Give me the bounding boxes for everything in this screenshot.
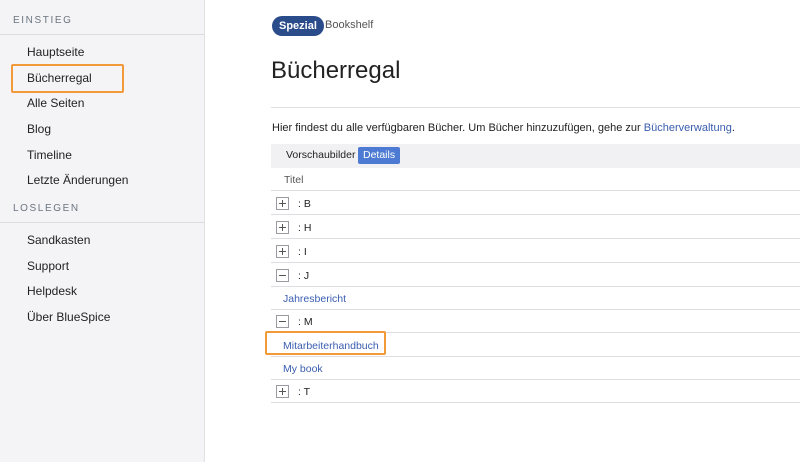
collapse-minus-icon[interactable] [276,315,289,328]
column-header-title[interactable]: Titel [284,174,303,186]
group-label: : B [298,198,311,210]
expand-plus-icon[interactable] [276,197,289,210]
sidebar-item-letzte-aenderungen[interactable]: Letzte Änderungen [27,173,128,187]
book-link-my-book[interactable]: My book [283,363,323,375]
group-label: : M [298,316,313,328]
sidebar-item-sandkasten[interactable]: Sandkasten [27,233,90,247]
book-link-jahresbericht[interactable]: Jahresbericht [283,293,346,305]
sidebar-item-support[interactable]: Support [27,259,69,273]
table-row[interactable]: : M [271,310,800,333]
table-header-row: Titel [271,168,800,191]
sidebar-item-buecherregal[interactable]: Bücherregal [27,71,92,85]
expand-plus-icon[interactable] [276,221,289,234]
intro-text: Hier findest du alle verfügbaren Bücher.… [272,122,735,134]
table-row[interactable]: Jahresbericht [271,287,800,310]
view-toolbar: Vorschaubilder Details [271,144,800,168]
table-row[interactable]: : I [271,240,800,263]
table-row[interactable]: : H [271,216,800,239]
table-row[interactable]: : B [271,192,800,215]
main-content: Spezial Bookshelf Bücherregal Hier finde… [205,0,800,462]
sidebar-item-blog[interactable]: Blog [27,122,51,136]
table-row[interactable]: : T [271,380,800,403]
thumbnails-view-button[interactable]: Vorschaubilder [281,147,360,164]
group-label: : I [298,246,307,258]
expand-plus-icon[interactable] [276,245,289,258]
collapse-minus-icon[interactable] [276,269,289,282]
table-row[interactable]: My book [271,357,800,380]
sidebar-section-loslegen: LOSLEGEN [13,203,80,214]
sidebar-item-ueber-bluespice[interactable]: Über BlueSpice [27,310,110,324]
sidebar: EINSTIEG Hauptseite Bücherregal Alle Sei… [0,0,205,462]
details-view-button[interactable]: Details [358,147,401,164]
breadcrumb-current: Bookshelf [325,19,374,31]
title-divider [271,107,800,108]
book-link-mitarbeiterhandbuch[interactable]: Mitarbeiterhandbuch [283,340,379,352]
group-label: : J [298,270,310,282]
expand-plus-icon[interactable] [276,385,289,398]
book-manager-link[interactable]: Bücherverwaltung [644,122,732,134]
intro-text-end: . [731,122,735,134]
intro-text-body: Hier findest du alle verfügbaren Bücher.… [272,122,644,134]
sidebar-divider [0,222,204,223]
sidebar-item-alle-seiten[interactable]: Alle Seiten [27,96,84,110]
group-label: : H [298,222,312,234]
sidebar-section-einstieg: EINSTIEG [13,15,73,26]
sidebar-item-timeline[interactable]: Timeline [27,148,72,162]
table-row[interactable]: : J [271,264,800,287]
sidebar-divider [0,34,204,35]
sidebar-item-helpdesk[interactable]: Helpdesk [27,284,77,298]
table-row[interactable]: Mitarbeiterhandbuch [271,334,800,357]
page-title: Bücherregal [271,57,401,84]
sidebar-item-hauptseite[interactable]: Hauptseite [27,45,84,59]
group-label: : T [298,386,311,398]
breadcrumb-special-pill[interactable]: Spezial [272,16,324,36]
